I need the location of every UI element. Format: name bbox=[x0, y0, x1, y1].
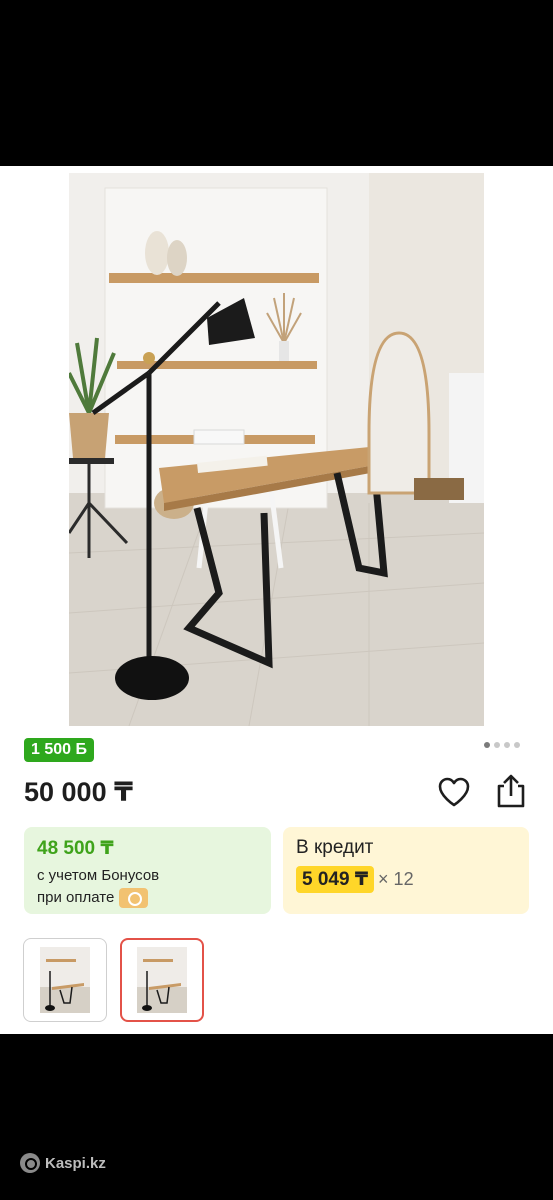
bonus-line2-row: при оплате bbox=[37, 887, 258, 909]
pagination-dot-active[interactable] bbox=[484, 742, 490, 748]
watermark-text: Kaspi.kz bbox=[45, 1154, 106, 1172]
thumbnail-image bbox=[137, 947, 187, 1013]
product-photo[interactable] bbox=[69, 173, 484, 726]
photo-illustration bbox=[69, 173, 484, 726]
thumbnail-selected[interactable] bbox=[120, 938, 204, 1022]
bonus-price-value: 48 500 ₸ bbox=[37, 838, 114, 859]
bonus-description: с учетом Бонусов при оплате bbox=[37, 865, 258, 909]
bonus-badge: 1 500 Б bbox=[24, 738, 94, 762]
pagination-dot[interactable] bbox=[514, 742, 520, 748]
thumbnail[interactable] bbox=[23, 938, 107, 1022]
pagination-dot[interactable] bbox=[504, 742, 510, 748]
kaspi-watermark: Kaspi.kz bbox=[20, 1153, 106, 1173]
thumbnail-image bbox=[40, 947, 90, 1013]
bottom-black-area bbox=[0, 1034, 553, 1200]
product-card: 1 500 Б 50 000 ₸ 48 500 ₸ с учетом Бонус… bbox=[0, 166, 553, 1034]
heart-icon bbox=[438, 777, 470, 807]
bonus-line1: с учетом Бонусов bbox=[37, 867, 160, 884]
share-button[interactable] bbox=[494, 773, 528, 809]
pagination-dot[interactable] bbox=[494, 742, 500, 748]
gallery-pagination bbox=[484, 742, 520, 748]
credit-label: В кредит bbox=[296, 837, 374, 858]
credit-multiplier: × 12 bbox=[378, 869, 414, 889]
bonus-line2: при оплате bbox=[37, 889, 115, 906]
credit-offer[interactable]: В кредит 5 049 ₸ × 12 bbox=[283, 827, 529, 914]
bonus-coin-icon bbox=[119, 888, 149, 908]
top-black-area bbox=[0, 0, 553, 166]
product-price: 50 000 ₸ bbox=[24, 777, 133, 807]
bonus-price-offer[interactable]: 48 500 ₸ с учетом Бонусов при оплате bbox=[24, 827, 271, 914]
credit-amount: 5 049 ₸ bbox=[296, 866, 375, 893]
kaspi-logo-icon bbox=[20, 1153, 40, 1173]
favorite-button[interactable] bbox=[437, 776, 471, 808]
share-icon bbox=[497, 774, 525, 808]
credit-row: 5 049 ₸ × 12 bbox=[296, 866, 516, 893]
